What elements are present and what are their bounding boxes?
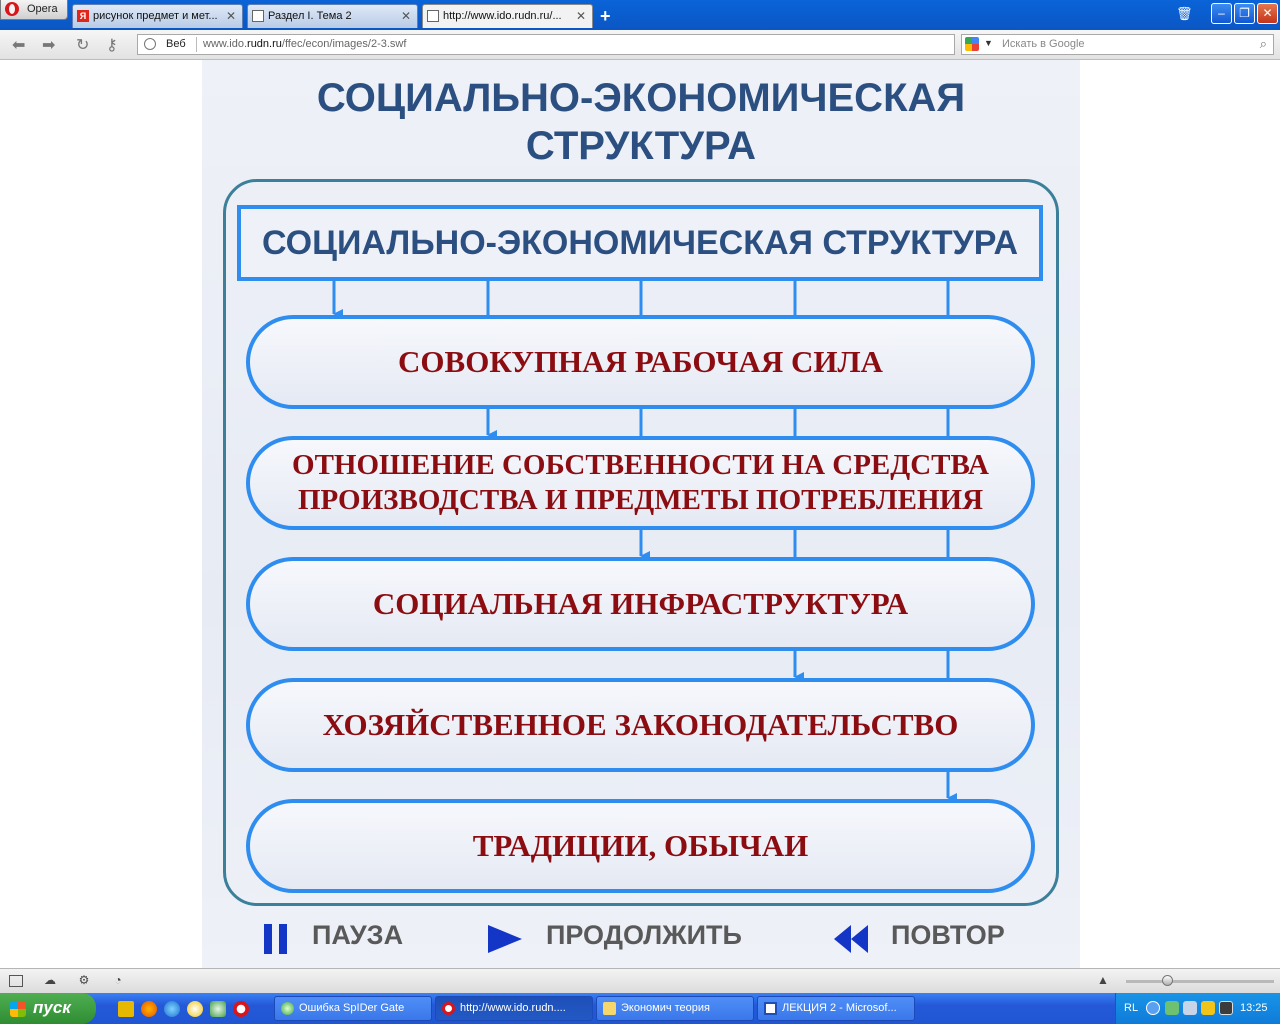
network-icon[interactable] [1165,1001,1179,1015]
key-icon[interactable]: ⚷ [106,35,118,55]
opera-icon[interactable] [233,1001,249,1017]
start-button[interactable]: пуск [0,993,96,1024]
cloud-icon[interactable]: ☁ [43,974,57,987]
item-total-labor-force: СОВОКУПНАЯ РАБОЧАЯ СИЛА [246,315,1035,409]
trash-icon[interactable]: 🗑 [1176,6,1193,22]
pause-icon[interactable] [264,924,288,954]
close-tab-icon[interactable]: ✕ [576,9,586,23]
taskbar-item-spider-gate[interactable]: Ошибка SpIDer Gate [274,996,432,1021]
google-icon [965,37,979,51]
back-arrow-icon[interactable]: ⬅ [12,35,25,55]
browser-status-bar: ☁ ⚙ ◔ ▲ [0,968,1280,993]
opera-icon [442,1002,455,1015]
address-toolbar: ⬅ ➡ ↻ ⚷ Веб www.ido.rudn.ru/ffec/econ/im… [0,30,1280,60]
zoom-slider-handle[interactable] [1162,975,1173,986]
chevron-down-icon[interactable]: ▼ [984,38,993,48]
close-tab-icon[interactable]: ✕ [226,9,236,23]
address-url[interactable]: www.ido.rudn.ru/ffec/econ/images/2-3.swf [203,38,406,50]
browser-tab-bar: Opera Я рисунок предмет и мет... ✕ Разде… [0,0,1280,30]
page-favicon-icon [252,10,264,22]
flash-slide: СОЦИАЛЬНО-ЭКОНОМИЧЕСКАЯ СТРУКТУРА СОЦИАЛ… [202,60,1080,968]
clock[interactable]: 13:25 [1240,1002,1268,1014]
firefox-icon[interactable] [141,1001,157,1017]
minimize-window-button[interactable]: – [1211,3,1232,24]
opera-menu-button[interactable]: Opera [0,0,68,20]
zoom-slider[interactable] [1126,975,1274,986]
globe-icon [144,38,156,50]
tab-yandex[interactable]: Я рисунок предмет и мет... ✕ [72,4,243,28]
tab-razdel[interactable]: Раздел I. Тема 2 ✕ [247,4,418,28]
close-tab-icon[interactable]: ✕ [401,9,411,23]
search-field[interactable]: ▼ Искать в Google ⌕ [961,34,1274,55]
item-economic-legislation: ХОЗЯЙСТВЕННОЕ ЗАКОНОДАТЕЛЬСТВО [246,678,1035,772]
taskbar-item-folder[interactable]: Экономич теория [596,996,754,1021]
address-separator [196,37,197,52]
search-icon[interactable]: ⌕ [1260,36,1267,52]
system-tray: RL 13:25 [1115,993,1280,1024]
address-bar[interactable]: Веб www.ido.rudn.ru/ffec/econ/images/2-3… [137,34,955,55]
folder-icon [603,1002,616,1015]
panel-toggle-icon[interactable] [9,975,23,987]
reload-icon[interactable]: ↻ [76,35,89,55]
antivirus-icon[interactable] [1201,1001,1215,1015]
yandex-favicon-icon: Я [77,10,89,22]
media-player-icon[interactable] [187,1001,203,1017]
page-favicon-icon [427,10,439,22]
taskbar-item-opera[interactable]: http://www.ido.rudn.... [435,996,593,1021]
repeat-button[interactable]: ПОВТОР [891,920,1005,951]
speed-dial-icon[interactable]: ◔ [111,974,125,987]
taskbar-item-word[interactable]: ЛЕКЦИЯ 2 - Microsof... [757,996,915,1021]
rewind-icon[interactable] [834,925,868,953]
new-tab-icon[interactable]: + [600,6,611,27]
internet-explorer-icon[interactable] [164,1001,180,1017]
chevron-up-icon[interactable]: ▲ [1096,974,1110,987]
structure-header-box: СОЦИАЛЬНО-ЭКОНОМИЧЕСКАЯ СТРУКТУРА [237,205,1043,281]
restore-window-button[interactable]: ❐ [1234,3,1255,24]
opera-logo-icon [5,2,19,16]
spider-icon [281,1002,294,1015]
forward-arrow-icon[interactable]: ➡ [42,35,55,55]
quicklaunch-app-icon[interactable] [210,1001,226,1017]
unite-icon[interactable]: ⚙ [77,974,91,987]
tray-expand-icon[interactable] [1146,1001,1160,1015]
pause-button[interactable]: ПАУЗА [312,920,403,951]
language-indicator[interactable]: RL [1124,1002,1138,1014]
item-social-infrastructure: СОЦИАЛЬНАЯ ИНФРАСТРУКТУРА [246,557,1035,651]
windows-flag-icon [10,1001,26,1017]
windows-taskbar: пуск Ошибка SpIDer Gate http://www.ido.r… [0,993,1280,1024]
item-property-relations: ОТНОШЕНИЕ СОБСТВЕННОСТИ НА СРЕДСТВА ПРОИЗ… [246,436,1035,530]
page-content: СОЦИАЛЬНО-ЭКОНОМИЧЕСКАЯ СТРУКТУРА СОЦИАЛ… [0,60,1280,968]
word-document-icon [764,1002,777,1015]
continue-button[interactable]: ПРОДОЛЖИТЬ [546,920,742,951]
monitor-icon[interactable] [1183,1001,1197,1015]
play-icon[interactable] [488,925,522,953]
quicklaunch-app-icon[interactable] [118,1001,134,1017]
tray-app-icon[interactable] [1219,1001,1233,1015]
tab-ido-rudn[interactable]: http://www.ido.rudn.ru/... ✕ [422,4,593,28]
item-traditions-customs: ТРАДИЦИИ, ОБЫЧАИ [246,799,1035,893]
close-window-button[interactable]: ✕ [1257,3,1278,24]
